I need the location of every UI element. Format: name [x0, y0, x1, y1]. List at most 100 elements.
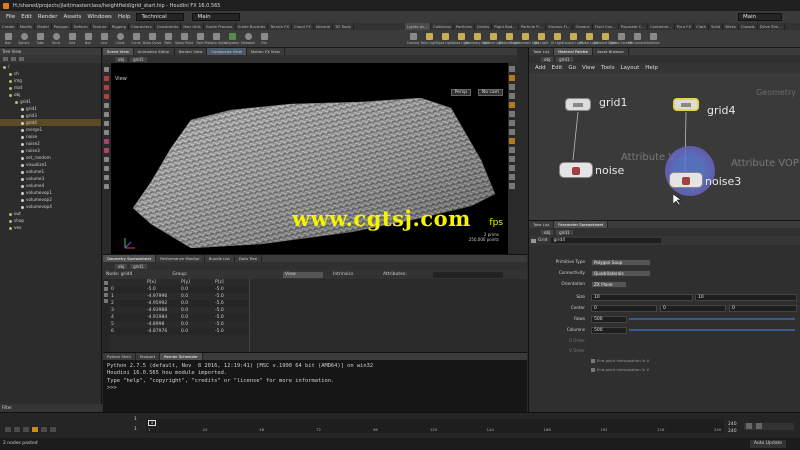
shelf-tab[interactable]: Particles	[454, 23, 475, 30]
shelf-tab[interactable]: Modify	[18, 23, 36, 30]
shelf-set-selector[interactable]: Main	[192, 13, 241, 21]
shelf-tab[interactable]: Solid	[709, 23, 724, 30]
node-grid4[interactable]	[673, 98, 699, 111]
tool-point-light[interactable]: Point Light	[421, 30, 437, 47]
tab-render-view[interactable]: Render View	[175, 48, 208, 55]
tab-render-scheduler[interactable]: Render Scheduler	[160, 353, 203, 360]
tool-torus[interactable]: Torus	[48, 30, 64, 47]
render-icon[interactable]	[104, 184, 109, 189]
node-noise[interactable]	[559, 162, 593, 178]
auto-update-menu[interactable]: Auto Update	[749, 440, 786, 448]
columns-field[interactable]: 500	[591, 326, 627, 334]
play-icon[interactable]	[31, 426, 39, 433]
menu-assets[interactable]: Assets	[63, 14, 81, 20]
tool-tube[interactable]: Tube	[32, 30, 48, 47]
detail-icon[interactable]	[104, 299, 108, 303]
menu-help[interactable]: Help	[118, 14, 131, 20]
desktop-selector[interactable]: Technical	[136, 13, 185, 21]
tool-environment-light[interactable]: Environment Light	[510, 30, 540, 47]
size-x-field[interactable]: 10	[591, 293, 693, 301]
tab-performance-monitor[interactable]: Performance Monitor	[156, 255, 205, 262]
tool-file[interactable]: File	[256, 30, 272, 47]
tree-item[interactable]: grid1	[0, 105, 101, 112]
menu-render[interactable]: Render	[38, 14, 58, 20]
shelf-tab[interactable]: Oceans	[573, 23, 593, 30]
pose-icon[interactable]	[104, 103, 109, 108]
size-y-field[interactable]: 10	[695, 293, 797, 301]
shelf-tab[interactable]: Fluid Con...	[593, 23, 619, 30]
shelf-tab[interactable]: Guide Process	[204, 23, 236, 30]
shelf-tab[interactable]: Rigging	[110, 23, 129, 30]
tab-animation-editor[interactable]: Animation Editor	[134, 48, 175, 55]
shelf-tab[interactable]: Polygon	[52, 23, 72, 30]
shelf-tab[interactable]: Guide Brushes	[236, 23, 269, 30]
tab-python-shell[interactable]: Python Shell	[103, 353, 136, 360]
points-icon[interactable]	[509, 93, 515, 99]
collapse-icon[interactable]	[11, 57, 16, 61]
tool-lsystem[interactable]: L-System	[224, 30, 240, 47]
center-z-field[interactable]: 0	[729, 304, 797, 312]
center-y-field[interactable]: 0	[660, 304, 726, 312]
shelf-tab[interactable]: Wires	[723, 23, 739, 30]
normals-icon[interactable]	[509, 102, 515, 108]
intrinsics-toggle[interactable]: Intrinsics	[333, 272, 353, 277]
node-grid1[interactable]	[565, 98, 591, 111]
shelf-tab[interactable]: Pyro FX	[675, 23, 695, 30]
tool-grid[interactable]: Grid	[64, 30, 80, 47]
tool-switcher[interactable]: Switcher	[645, 30, 661, 47]
node-name-field[interactable]: grid4	[551, 238, 662, 243]
current-frame[interactable]: 1	[134, 427, 137, 432]
display-icon[interactable]	[509, 66, 515, 72]
primitives-icon[interactable]	[104, 293, 108, 297]
shelf-tab[interactable]: Volume	[314, 23, 333, 30]
tab-parameter-spreadsheet[interactable]: Parameter Spreadsheet	[554, 221, 609, 228]
shelf-tab[interactable]: Drive Sim...	[758, 23, 785, 30]
tree-item[interactable]: out	[0, 210, 101, 217]
light-icon[interactable]	[104, 166, 109, 171]
shelf-tab[interactable]: Create	[0, 23, 18, 30]
camera-icon[interactable]	[104, 175, 109, 180]
tool-caustic-light[interactable]: Caustic Light	[563, 30, 583, 47]
tool-line[interactable]: Line	[96, 30, 112, 47]
ghost-icon[interactable]	[509, 129, 515, 135]
tool-stereo-camera[interactable]: Stereo Camera	[609, 30, 633, 47]
filter-icon[interactable]	[19, 57, 24, 61]
tool-sphere[interactable]: Sphere	[16, 30, 32, 47]
tool-vr-camera[interactable]: VR Camera	[628, 30, 646, 47]
grid-display-icon[interactable]	[509, 147, 515, 153]
grid-snap-icon[interactable]	[104, 157, 109, 162]
expand-icon[interactable]	[3, 57, 8, 61]
shelf-tab[interactable]: Particle Fl...	[519, 23, 547, 30]
shelf-tab[interactable]: Hair Utils	[181, 23, 204, 30]
view-icon[interactable]	[104, 130, 109, 135]
tree-item[interactable]: set_random	[0, 154, 101, 161]
shelf-tab[interactable]: Grains	[475, 23, 493, 30]
jump-start-icon[interactable]	[4, 426, 12, 433]
tree-item[interactable]: visualize1	[0, 161, 101, 168]
tab-textport[interactable]: Textport	[136, 353, 161, 360]
tool-spray-paint[interactable]: Spray Paint	[175, 30, 193, 47]
checkbox-endpoint-u[interactable]: End-point interpolation in U	[591, 358, 649, 363]
python-shell-panel[interactable]: Python Shell Textport Render Scheduler P…	[103, 352, 527, 412]
connectivity-menu[interactable]: Quadrilaterals	[591, 269, 651, 277]
tool-circle[interactable]: Circle	[112, 30, 128, 47]
stop-icon[interactable]	[22, 426, 30, 433]
vertices-icon[interactable]	[104, 287, 108, 291]
menu-windows[interactable]: Windows	[87, 14, 112, 20]
tree-item[interactable]: obj	[0, 91, 101, 98]
snapshot-icon[interactable]	[509, 165, 515, 171]
shelf-tab[interactable]: Populate C...	[619, 23, 648, 30]
end-frame[interactable]: 240	[728, 422, 737, 427]
persp-menu[interactable]: Persp	[450, 89, 471, 96]
tab-take-list[interactable]: Take List	[529, 221, 555, 228]
flipbook-icon[interactable]	[509, 183, 515, 189]
tree-item[interactable]: volumevop1	[0, 189, 101, 196]
points-icon[interactable]	[104, 281, 108, 285]
tab-bundle-list[interactable]: Bundle List	[205, 255, 235, 262]
tab-motion-fx-view[interactable]: Motion FX View	[247, 48, 285, 55]
center-x-field[interactable]: 0	[591, 304, 657, 312]
orientation-menu[interactable]: ZX Plane	[591, 280, 627, 288]
menu-file[interactable]: File	[6, 14, 15, 20]
tree-item[interactable]: ch	[0, 70, 101, 77]
menu-edit[interactable]: Edit	[21, 14, 32, 20]
